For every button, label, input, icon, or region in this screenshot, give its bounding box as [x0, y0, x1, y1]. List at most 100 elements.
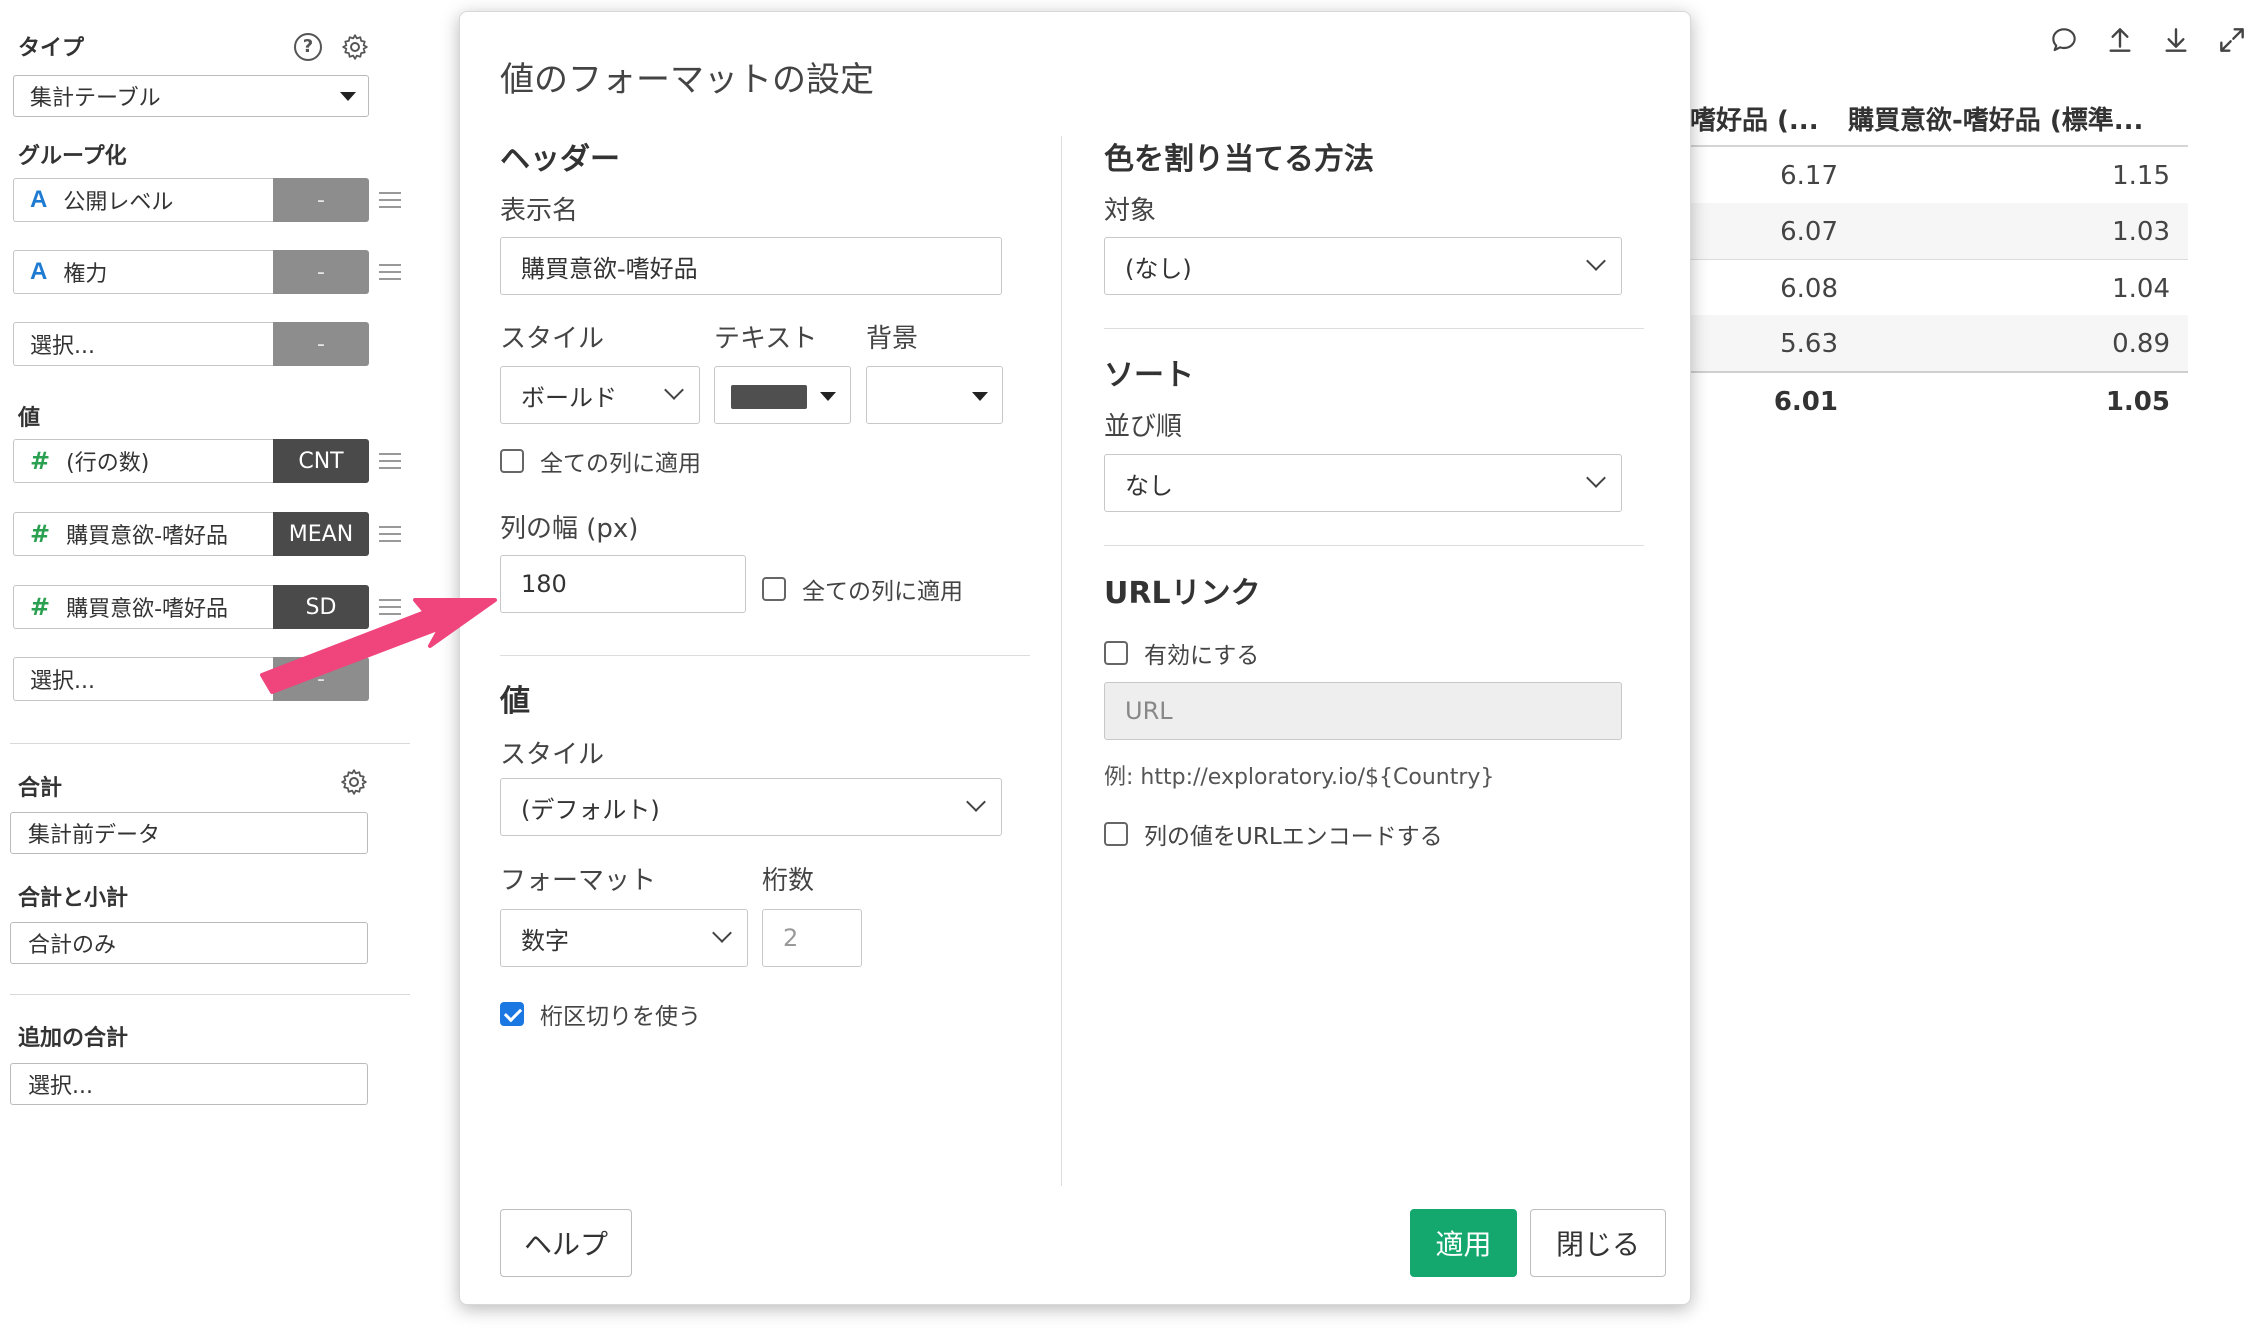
- url-encode-label: 列の値をURLエンコードする: [1144, 824, 1443, 850]
- thousands-separator-option[interactable]: 桁区切りを使う: [500, 997, 701, 1031]
- color-target-value: (なし): [1125, 254, 1192, 283]
- background-label: 背景: [866, 324, 919, 354]
- chevron-down-icon: [1586, 251, 1606, 271]
- checkbox[interactable]: [500, 449, 524, 473]
- subtotal-select[interactable]: 合計のみ: [10, 922, 368, 964]
- apply-style-all-columns[interactable]: 全ての列に適用: [500, 444, 701, 478]
- column-header-mean[interactable]: 嗜好品 (...: [1690, 100, 1819, 137]
- url-placeholder: URL: [1125, 697, 1173, 725]
- checkbox[interactable]: [1104, 822, 1128, 846]
- value-select[interactable]: 選択... -: [13, 657, 371, 701]
- url-example-text: 例: http://exploratory.io/${Country}: [1104, 765, 1495, 790]
- table-row: 6.07 1.03: [1690, 203, 2188, 259]
- value-style-select[interactable]: (デフォルト): [500, 778, 1002, 836]
- gear-icon[interactable]: [340, 32, 370, 62]
- column-header-sd[interactable]: 購買意欲-嗜好品 (標準...: [1848, 100, 2143, 137]
- aggregation-button[interactable]: -: [273, 178, 369, 222]
- help-icon[interactable]: ?: [294, 33, 322, 61]
- display-name-input[interactable]: 購買意欲-嗜好品: [500, 237, 1002, 295]
- text-color-label: テキスト: [714, 324, 818, 354]
- apply-style-all-label: 全ての列に適用: [540, 451, 701, 477]
- url-encode-option[interactable]: 列の値をURLエンコードする: [1104, 817, 1443, 851]
- divider: [10, 743, 410, 744]
- cell-sd: 1.04: [2112, 274, 2170, 304]
- color-target-select[interactable]: (なし): [1104, 237, 1622, 295]
- chevron-down-icon: [712, 923, 732, 943]
- caret-down-icon: [972, 392, 988, 401]
- close-button[interactable]: 閉じる: [1530, 1209, 1666, 1277]
- aggregation-button[interactable]: -: [273, 322, 369, 366]
- header-section-title: ヘッダー: [500, 142, 620, 177]
- cell-mean: 5.63: [1780, 329, 1838, 359]
- cell-mean: 6.08: [1780, 274, 1838, 304]
- cell-sd: 1.03: [2112, 217, 2170, 247]
- help-button[interactable]: ヘルプ: [500, 1209, 632, 1277]
- group-item-2[interactable]: A 権力 -: [13, 250, 401, 294]
- drag-handle-icon[interactable]: [379, 599, 401, 615]
- checkbox[interactable]: [1104, 641, 1128, 665]
- table-row: 6.17 1.15: [1690, 147, 2188, 203]
- display-name-value: 購買意欲-嗜好品: [521, 254, 698, 283]
- download-icon[interactable]: [2160, 24, 2192, 56]
- aggregation-button[interactable]: MEAN: [273, 512, 369, 556]
- caret-down-icon: [820, 392, 836, 401]
- format-select[interactable]: 数字: [500, 909, 748, 967]
- value-style-value: (デフォルト): [521, 795, 660, 824]
- drag-handle-icon[interactable]: [379, 526, 401, 542]
- drag-handle-icon[interactable]: [379, 264, 401, 280]
- drag-handle-icon[interactable]: [379, 453, 401, 469]
- value-item-name: 購買意欲-嗜好品: [66, 524, 229, 549]
- value-select-text: 選択...: [30, 669, 95, 694]
- expand-icon[interactable]: [2216, 24, 2248, 56]
- text-color-picker[interactable]: [714, 366, 851, 424]
- chart-type-select[interactable]: 集計テーブル: [13, 75, 369, 117]
- background-color-picker[interactable]: [866, 366, 1003, 424]
- url-section-title: URLリンク: [1104, 576, 1261, 611]
- digits-label: 桁数: [762, 866, 815, 896]
- drag-handle-icon[interactable]: [379, 192, 401, 208]
- chevron-down-icon: [664, 380, 684, 400]
- total-type-select[interactable]: 集計前データ: [10, 812, 368, 854]
- aggregation-button[interactable]: SD: [273, 585, 369, 629]
- format-value: 数字: [521, 926, 569, 955]
- url-input[interactable]: URL: [1104, 682, 1622, 740]
- apply-width-all-columns[interactable]: 全ての列に適用: [762, 572, 963, 606]
- checkbox[interactable]: [762, 577, 786, 601]
- group-item-1[interactable]: A 公開レベル -: [13, 178, 401, 222]
- header-style-select[interactable]: ボールド: [500, 366, 700, 424]
- group-select[interactable]: 選択... -: [13, 322, 371, 366]
- aggregation-button[interactable]: CNT: [273, 439, 369, 483]
- group-item-name: 権力: [63, 262, 108, 287]
- comment-icon[interactable]: [2048, 24, 2080, 56]
- number-type-icon: #: [30, 593, 51, 621]
- column-width-input[interactable]: 180: [500, 555, 746, 613]
- thousands-separator-label: 桁区切りを使う: [540, 1004, 701, 1030]
- gear-icon[interactable]: [339, 767, 369, 797]
- subtotal-label: 合計と小計: [18, 886, 129, 911]
- value-item-name: 購買意欲-嗜好品: [66, 597, 229, 622]
- enable-url-link-option[interactable]: 有効にする: [1104, 636, 1259, 670]
- divider: [500, 655, 1030, 656]
- value-item-1[interactable]: # (行の数) CNT: [13, 439, 401, 483]
- extra-total-value: 選択...: [28, 1074, 93, 1099]
- value-item-3[interactable]: # 購買意欲-嗜好品 SD: [13, 585, 401, 629]
- chart-config-sidebar: タイプ ? 集計テーブル グループ化 A 公開レベル - A 権力 - 選択... …: [0, 0, 420, 1342]
- checkbox-checked[interactable]: [500, 1002, 524, 1026]
- cell-mean-total: 6.01: [1773, 387, 1838, 417]
- table-total-row: 6.01 1.05: [1690, 371, 2188, 427]
- sort-order-select[interactable]: なし: [1104, 454, 1622, 512]
- enable-url-label: 有効にする: [1144, 643, 1260, 669]
- group-item-name: 公開レベル: [63, 190, 174, 215]
- extra-total-select[interactable]: 選択...: [10, 1063, 368, 1105]
- upload-icon[interactable]: [2104, 24, 2136, 56]
- apply-button[interactable]: 適用: [1410, 1209, 1517, 1277]
- caret-down-icon: [340, 92, 356, 101]
- digits-input[interactable]: 2: [762, 909, 862, 967]
- aggregation-button[interactable]: -: [273, 250, 369, 294]
- number-type-icon: #: [30, 447, 51, 475]
- value-item-2[interactable]: # 購買意欲-嗜好品 MEAN: [13, 512, 401, 556]
- divider: [10, 994, 410, 995]
- value-item-name: (行の数): [66, 451, 150, 476]
- aggregation-button[interactable]: -: [273, 657, 369, 701]
- header-style-value: ボールド: [521, 383, 617, 412]
